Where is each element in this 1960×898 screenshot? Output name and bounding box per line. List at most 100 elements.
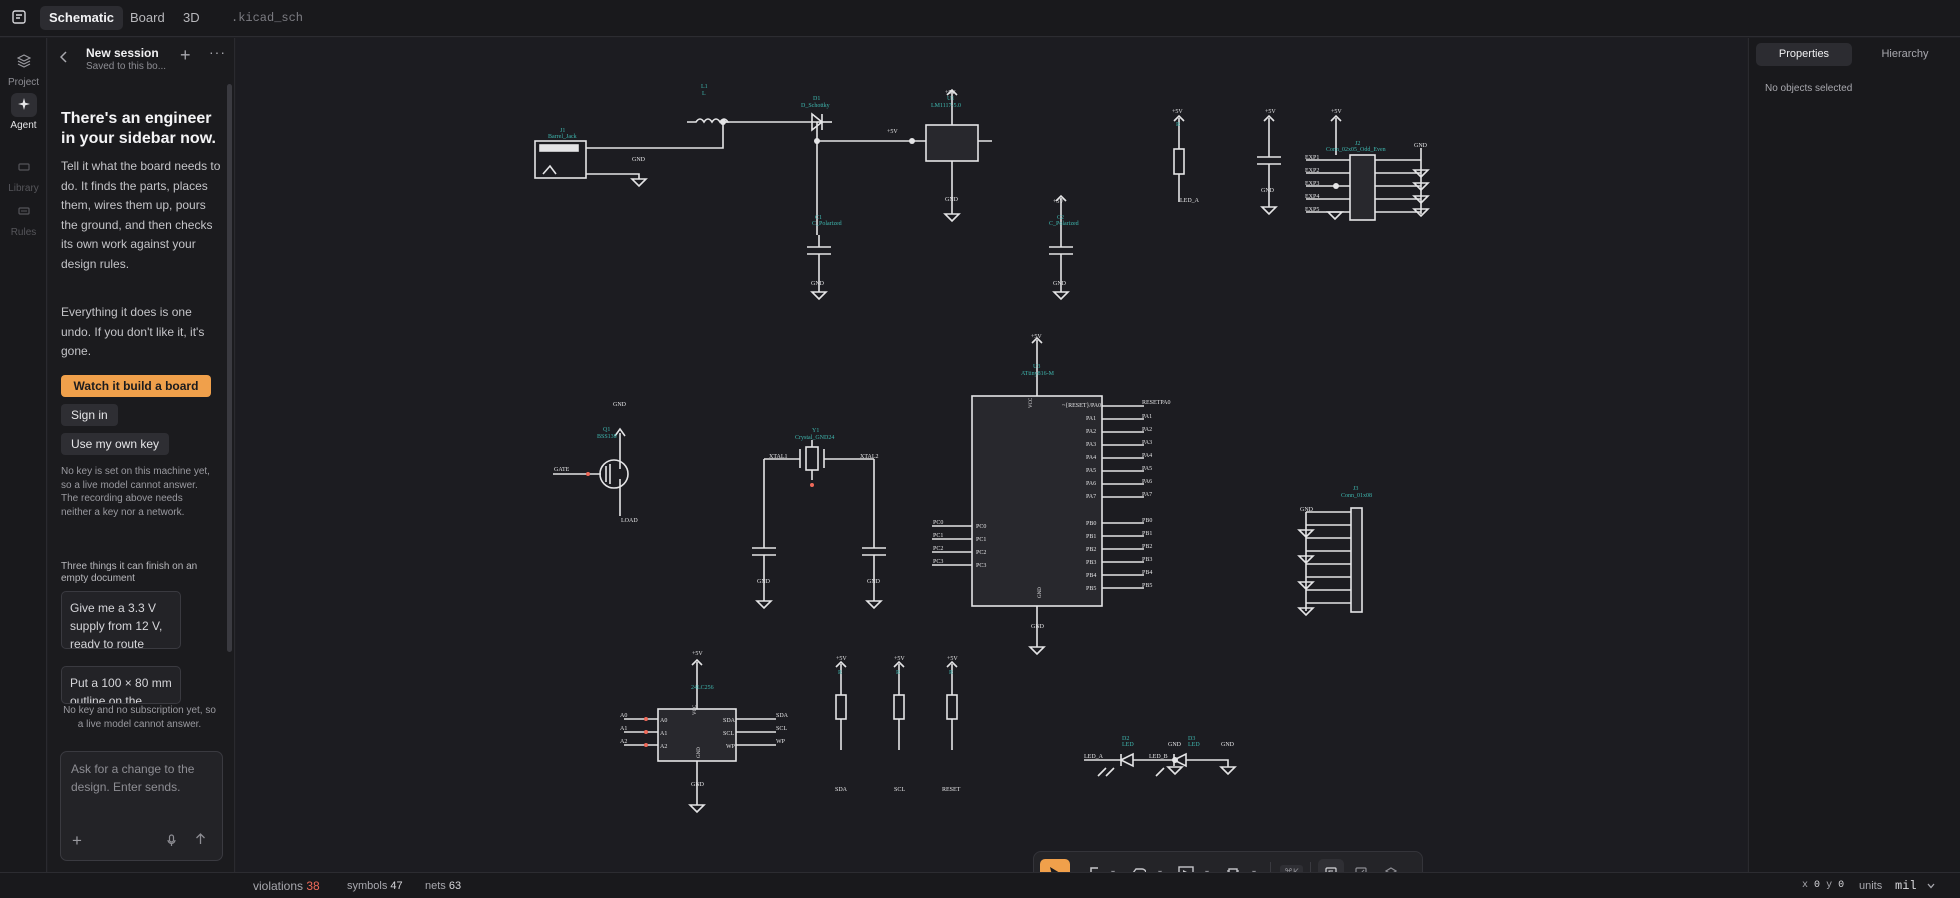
u1-symbol[interactable]: [925, 124, 979, 162]
j3-symbol[interactable]: [1350, 507, 1363, 613]
gnd-label: GND: [811, 281, 825, 287]
gnd-label: GND: [632, 157, 646, 163]
rail-item-project[interactable]: Project: [0, 50, 47, 88]
send-arrow-icon[interactable]: [195, 833, 206, 845]
file-name: .kicad_sch: [231, 11, 304, 25]
j2-symbol[interactable]: [1349, 154, 1376, 221]
sign-in-button[interactable]: Sign in: [61, 404, 118, 426]
units-select[interactable]: mil: [1895, 879, 1935, 893]
units-value: mil: [1895, 879, 1917, 893]
pa-pin: PA7: [1086, 494, 1096, 500]
tab-properties[interactable]: Properties: [1756, 43, 1852, 66]
chat-input[interactable]: [71, 760, 211, 806]
tab-board[interactable]: Board: [121, 6, 174, 30]
suggest-heading: Three things it can finish on an empty d…: [61, 561, 198, 584]
chevron-down-icon: [1927, 883, 1935, 889]
microphone-icon[interactable]: [167, 834, 176, 847]
rail-label-library: Library: [8, 183, 39, 194]
symbols-count: 47: [390, 880, 403, 892]
sda-net: SDA: [776, 713, 789, 719]
pa-pin: PA2: [1086, 429, 1096, 435]
xtal2-net: XTAL2: [860, 454, 879, 460]
pb-pin: PB2: [1086, 547, 1096, 553]
pb-net: PB1: [1142, 531, 1152, 537]
a1-pin: A1: [660, 731, 667, 737]
gnd-label: GND: [1053, 281, 1067, 287]
rail-item-library[interactable]: Library: [0, 156, 47, 194]
pa-net: PA6: [1142, 479, 1152, 485]
units-label: units: [1859, 880, 1883, 892]
violations-stat[interactable]: violations 38: [253, 879, 320, 893]
gnd-label: GND: [1031, 624, 1045, 630]
vcc-label: +5V: [947, 656, 958, 662]
pc-pin: PC1: [976, 537, 986, 543]
sidebar-scrollbar[interactable]: [227, 84, 232, 652]
exp-label: EXP1: [1305, 155, 1319, 161]
u3-gnd-pin: GND: [1038, 587, 1043, 598]
j3-value: Conn_01x08: [1341, 493, 1372, 499]
rules-icon: [17, 206, 30, 215]
tab-3d[interactable]: 3D: [174, 6, 209, 30]
a0-net: A0: [620, 713, 627, 719]
no-key-note: No key is set on this machine yet, so a …: [61, 466, 210, 518]
j1-value: Barrel_Jack: [548, 134, 577, 140]
rail-item-agent[interactable]: Agent: [0, 93, 47, 131]
u3-symbol[interactable]: [971, 395, 1103, 607]
u1-vcc-label: +5V: [945, 90, 956, 96]
pa-net: PA4: [1142, 453, 1152, 459]
exp-label: EXP2: [1305, 168, 1319, 174]
suggestion-card[interactable]: Give me a 3.3 V supply from 12 V, ready …: [61, 591, 181, 649]
tab-schematic[interactable]: Schematic: [40, 6, 124, 30]
pc-net: PC3: [933, 559, 943, 565]
tab-hierarchy[interactable]: Hierarchy: [1857, 43, 1953, 66]
rail-label-agent: Agent: [10, 120, 37, 131]
gate-net: GATE: [554, 467, 570, 473]
l1-ref: L1: [701, 84, 708, 90]
app-logo-icon[interactable]: [11, 9, 27, 25]
intro-text: Tell it what the board needs to do. It f…: [61, 159, 221, 271]
pc-net: PC1: [933, 533, 943, 539]
suggestion-card[interactable]: Put a 100 × 80 mm outline on the board: [61, 666, 181, 704]
reset-net: RESET: [942, 787, 961, 793]
sda-net: SDA: [835, 787, 848, 793]
vcc-label: +5V: [1053, 199, 1064, 205]
status-bar: violations 38 symbols 47 nets 63 x 0 y 0…: [0, 872, 1960, 898]
gnd-label: GND: [1300, 507, 1314, 513]
pb-pin: PB1: [1086, 534, 1096, 540]
u3-ref: U3: [1033, 364, 1040, 370]
attach-plus-icon[interactable]: +: [72, 831, 82, 851]
gnd-label: GND: [867, 579, 881, 585]
use-own-key-button[interactable]: Use my own key: [61, 433, 170, 455]
d3-value: LED: [1188, 742, 1200, 748]
vcc-label: +5V: [894, 656, 905, 662]
wp-pin: WP: [726, 744, 736, 750]
y-coord: 0: [1838, 880, 1845, 891]
watch-build-button[interactable]: Watch it build a board: [61, 375, 211, 397]
rail-item-rules[interactable]: Rules: [0, 200, 47, 238]
y-label: y: [1826, 880, 1833, 891]
gnd-label: GND: [1221, 742, 1235, 748]
pa-net: PA5: [1142, 466, 1152, 472]
nets-count: 63: [448, 880, 462, 892]
new-session-button[interactable]: +: [180, 46, 191, 64]
pa-pin: PA1: [1086, 416, 1096, 422]
gnd-label: GND: [757, 579, 771, 585]
sparkle-icon: [17, 97, 30, 110]
r-ref: R: [838, 670, 842, 676]
r-ref: R: [949, 670, 953, 676]
pc-net: PC0: [933, 520, 943, 526]
more-options-icon[interactable]: ···: [209, 44, 226, 60]
vcc-label: +5V: [1031, 334, 1042, 340]
top-bar: Schematic Board 3D .kicad_sch: [0, 0, 1960, 37]
schematic-canvas[interactable]: J1 Barrel_Jack L1 L D1 D_Schottky U1 LM1…: [236, 38, 1747, 893]
pb-net: PB5: [1142, 583, 1152, 589]
gnd-label: GND: [1261, 188, 1275, 194]
y1-ref: Y1: [812, 428, 819, 434]
vcc-label: +5V: [1172, 109, 1183, 115]
pa-net: PA7: [1142, 492, 1152, 498]
u3-value: ATtiny816-M: [1021, 371, 1055, 377]
nets-label: nets: [425, 880, 446, 892]
nav-rail: Project Agent Library Rules: [0, 38, 47, 872]
chevron-left-icon[interactable]: [60, 51, 68, 63]
session-subtitle: Saved to this bo...: [86, 61, 167, 72]
